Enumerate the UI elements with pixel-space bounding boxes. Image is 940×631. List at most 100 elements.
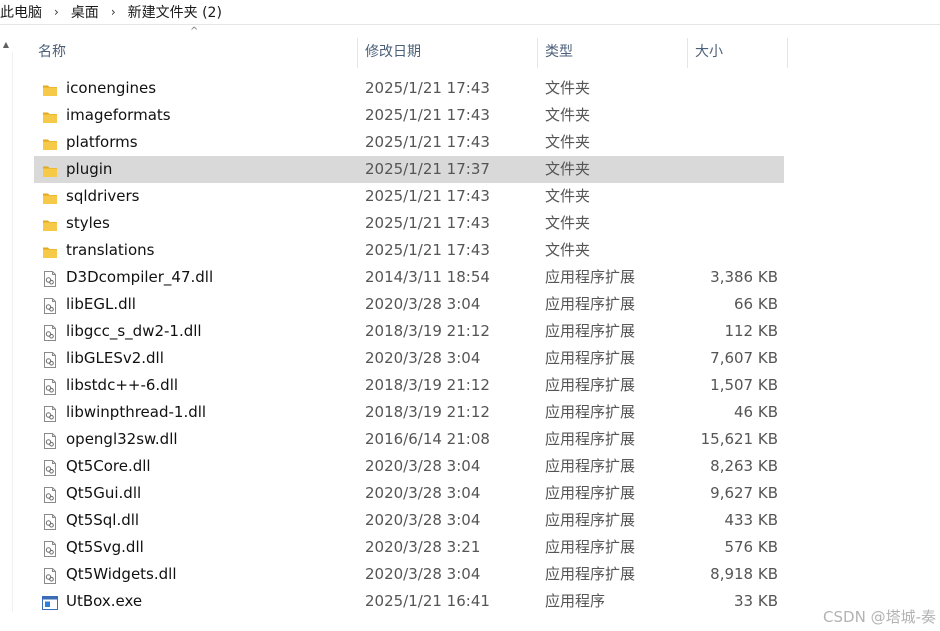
file-name: libstdc++-6.dll <box>66 376 179 394</box>
watermark: CSDN @塔城-奏 <box>823 608 936 626</box>
file-row[interactable]: D3Dcompiler_47.dll 2014/3/11 18:54 应用程序扩展 3… <box>34 264 784 291</box>
column-divider[interactable] <box>787 38 788 68</box>
file-name: libwinpthread-1.dll <box>66 403 207 421</box>
file-type: 文件夹 <box>545 187 591 205</box>
file-size: 112 KB <box>724 322 778 340</box>
file-name: sqldrivers <box>66 187 140 205</box>
vertical-scrollbar[interactable] <box>0 52 13 612</box>
file-size: 8,918 KB <box>710 565 778 583</box>
file-row[interactable]: opengl32sw.dll 2016/6/14 21:08 应用程序扩展 15,62… <box>34 426 784 453</box>
file-size: 8,263 KB <box>710 457 778 475</box>
file-row[interactable]: Qt5Gui.dll 2020/3/28 3:04 应用程序扩展 9,627 KB <box>34 480 784 507</box>
file-modified-date: 2020/3/28 3:04 <box>365 565 481 583</box>
dll-file-icon <box>42 431 58 449</box>
file-rows: iconengines 2025/1/21 17:43 文件夹 imageforma… <box>34 75 784 615</box>
file-type: 文件夹 <box>545 133 591 151</box>
file-size: 46 KB <box>734 403 778 421</box>
exe-file-icon <box>42 593 58 610</box>
file-size: 33 KB <box>734 592 778 610</box>
breadcrumb-desktop[interactable]: 桌面 <box>67 2 103 22</box>
file-row[interactable]: Qt5Widgets.dll 2020/3/28 3:04 应用程序扩展 8,918 … <box>34 561 784 588</box>
file-size: 7,607 KB <box>710 349 778 367</box>
dll-file-icon <box>42 485 58 503</box>
file-row[interactable]: iconengines 2025/1/21 17:43 文件夹 <box>34 75 784 102</box>
file-name: translations <box>66 241 155 259</box>
file-name: Qt5Sql.dll <box>66 511 140 529</box>
file-modified-date: 2025/1/21 17:43 <box>365 133 490 151</box>
dll-file-icon <box>42 458 58 476</box>
file-type: 应用程序扩展 <box>545 322 636 340</box>
file-modified-date: 2018/3/19 21:12 <box>365 376 490 394</box>
file-row[interactable]: libGLESv2.dll 2020/3/28 3:04 应用程序扩展 7,607 K… <box>34 345 784 372</box>
file-type: 应用程序 <box>545 592 606 610</box>
file-row[interactable]: styles 2025/1/21 17:43 文件夹 <box>34 210 784 237</box>
folder-icon <box>42 242 58 258</box>
file-size: 9,627 KB <box>710 484 778 502</box>
folder-icon <box>42 215 58 231</box>
file-row[interactable]: UtBox.exe 2025/1/21 16:41 应用程序 33 KB <box>34 588 784 615</box>
file-modified-date: 2025/1/21 17:43 <box>365 79 490 97</box>
file-name: plugin <box>66 160 113 178</box>
file-size: 66 KB <box>734 295 778 313</box>
scroll-up-arrow-icon[interactable]: ▲ <box>0 38 12 50</box>
folder-icon <box>42 80 58 96</box>
file-modified-date: 2025/1/21 17:43 <box>365 214 490 232</box>
file-type: 应用程序扩展 <box>545 376 636 394</box>
file-modified-date: 2025/1/21 16:41 <box>365 592 490 610</box>
chevron-right-icon[interactable]: › <box>103 5 124 19</box>
file-type: 应用程序扩展 <box>545 457 636 475</box>
file-modified-date: 2014/3/11 18:54 <box>365 268 490 286</box>
file-size: 1,507 KB <box>710 376 778 394</box>
folder-icon <box>42 107 58 123</box>
column-header-date[interactable]: 修改日期 <box>357 38 537 66</box>
file-name: Qt5Gui.dll <box>66 484 142 502</box>
dll-file-icon <box>42 377 58 395</box>
file-row[interactable]: imageformats 2025/1/21 17:43 文件夹 <box>34 102 784 129</box>
file-name: Qt5Widgets.dll <box>66 565 177 583</box>
file-row[interactable]: translations 2025/1/21 17:43 文件夹 <box>34 237 784 264</box>
file-row[interactable]: sqldrivers 2025/1/21 17:43 文件夹 <box>34 183 784 210</box>
file-row[interactable]: libstdc++-6.dll 2018/3/19 21:12 应用程序扩展 1,50… <box>34 372 784 399</box>
file-type: 应用程序扩展 <box>545 565 636 583</box>
file-modified-date: 2020/3/28 3:04 <box>365 295 481 313</box>
file-row[interactable]: platforms 2025/1/21 17:43 文件夹 <box>34 129 784 156</box>
dll-file-icon <box>42 512 58 530</box>
file-name: D3Dcompiler_47.dll <box>66 268 214 286</box>
column-header-type[interactable]: 类型 <box>537 38 687 66</box>
file-type: 文件夹 <box>545 106 591 124</box>
breadcrumb-current-folder[interactable]: 新建文件夹 (2) <box>124 2 226 22</box>
file-type: 应用程序扩展 <box>545 430 636 448</box>
file-row[interactable]: Qt5Sql.dll 2020/3/28 3:04 应用程序扩展 433 KB <box>34 507 784 534</box>
column-header-size[interactable]: 大小 <box>687 38 787 66</box>
dll-file-icon <box>42 404 58 422</box>
file-name: UtBox.exe <box>66 592 143 610</box>
file-row[interactable]: libEGL.dll 2020/3/28 3:04 应用程序扩展 66 KB <box>34 291 784 318</box>
file-type: 应用程序扩展 <box>545 268 636 286</box>
file-row[interactable]: Qt5Core.dll 2020/3/28 3:04 应用程序扩展 8,263 KB <box>34 453 784 480</box>
file-modified-date: 2018/3/19 21:12 <box>365 322 490 340</box>
file-modified-date: 2020/3/28 3:04 <box>365 511 481 529</box>
file-size: 15,621 KB <box>700 430 778 448</box>
dll-file-icon <box>42 269 58 287</box>
folder-icon <box>42 188 58 204</box>
file-name: Qt5Core.dll <box>66 457 151 475</box>
file-modified-date: 2020/3/28 3:04 <box>365 484 481 502</box>
file-list-view: ▲ ^ 名称 修改日期 类型 大小 iconengines 2025/1/21 1… <box>0 26 940 631</box>
chevron-right-icon[interactable]: › <box>46 5 67 19</box>
file-name: platforms <box>66 133 138 151</box>
file-row[interactable]: libwinpthread-1.dll 2018/3/19 21:12 应用程序扩展… <box>34 399 784 426</box>
file-modified-date: 2018/3/19 21:12 <box>365 403 490 421</box>
file-row[interactable]: Qt5Svg.dll 2020/3/28 3:21 应用程序扩展 576 KB <box>34 534 784 561</box>
column-header-name[interactable]: 名称 <box>30 38 358 66</box>
file-row-selected[interactable]: plugin 2025/1/21 17:37 文件夹 <box>34 156 784 183</box>
address-bar[interactable]: 此电脑 › 桌面 › 新建文件夹 (2) <box>0 0 940 25</box>
file-modified-date: 2016/6/14 21:08 <box>365 430 490 448</box>
file-row[interactable]: libgcc_s_dw2-1.dll 2018/3/19 21:12 应用程序扩展 1… <box>34 318 784 345</box>
file-modified-date: 2025/1/21 17:43 <box>365 241 490 259</box>
breadcrumb-this-pc[interactable]: 此电脑 <box>0 2 46 22</box>
file-type: 应用程序扩展 <box>545 295 636 313</box>
file-modified-date: 2020/3/28 3:04 <box>365 457 481 475</box>
file-name: iconengines <box>66 79 157 97</box>
column-header-row: ^ 名称 修改日期 类型 大小 <box>30 26 790 68</box>
file-name: styles <box>66 214 110 232</box>
